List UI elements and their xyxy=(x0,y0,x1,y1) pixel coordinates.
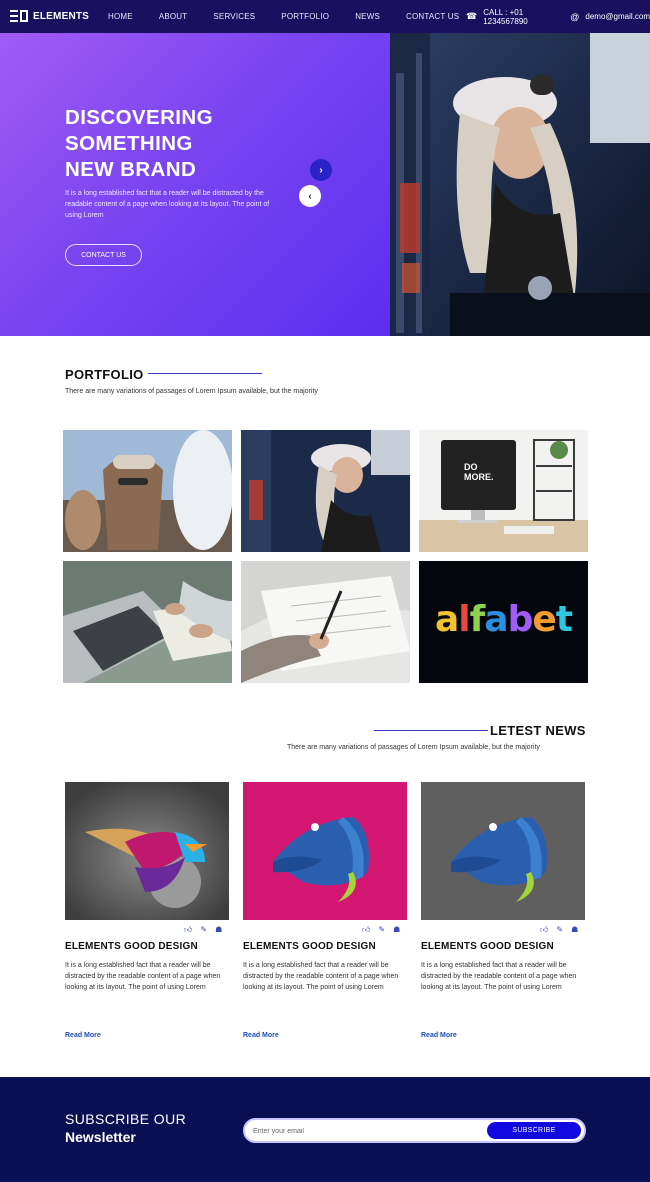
call-number[interactable]: CALL : +01 1234567890 xyxy=(483,8,560,26)
contact-info: ☎ CALL : +01 1234567890 @ demo@gmail.com xyxy=(466,0,650,33)
comment-icon[interactable]: ✎ xyxy=(200,925,207,935)
news-card-2-title[interactable]: ELEMENTS GOOD DESIGN xyxy=(243,941,376,952)
news-card-3-text: It is a long established fact that a rea… xyxy=(421,962,577,991)
portfolio-item-alfabet[interactable]: alfabet xyxy=(419,561,588,683)
newsletter-email-input[interactable] xyxy=(253,1124,473,1138)
hero-gradient-panel: DISCOVERING SOMETHING NEW BRAND It is a … xyxy=(0,33,390,336)
top-navbar: ELEMENTS HOME ABOUT SERVICES PORTFOLIO N… xyxy=(0,0,650,33)
comment-icon[interactable]: ✎ xyxy=(378,925,385,935)
phone-icon: ☎ xyxy=(466,11,478,21)
news-card-1-actions: 👍︎ ✎ ☗ xyxy=(184,925,222,935)
nav-contact-us[interactable]: CONTACT US xyxy=(406,12,459,21)
news-card-3-read-more[interactable]: Read More xyxy=(421,1032,457,1039)
news-title: LETEST NEWS xyxy=(490,723,586,738)
hero-title: DISCOVERING SOMETHING NEW BRAND xyxy=(65,106,213,181)
news-card-1-title[interactable]: ELEMENTS GOOD DESIGN xyxy=(65,941,198,952)
logo-icon xyxy=(10,9,28,23)
nav-news[interactable]: NEWS xyxy=(355,12,380,21)
nav-portfolio[interactable]: PORTFOLIO xyxy=(281,12,329,21)
news-card-1-read-more[interactable]: Read More xyxy=(65,1032,101,1039)
news-card-2-actions: 👍︎ ✎ ☗ xyxy=(362,925,400,935)
news-title-line xyxy=(374,730,488,731)
newsletter-form: SUBSCRIBE xyxy=(243,1118,586,1143)
portfolio-title-line xyxy=(148,373,262,374)
nav-home[interactable]: HOME xyxy=(108,12,133,21)
slider-next-button[interactable]: › xyxy=(310,159,332,181)
newsletter-heading-line1: SUBSCRIBE OUR xyxy=(65,1111,187,1127)
thumbs-up-icon[interactable]: 👍︎ xyxy=(184,925,192,935)
portfolio-item-handwriting[interactable] xyxy=(241,561,410,683)
hero-contact-button[interactable]: CONTACT US xyxy=(65,244,142,266)
chevron-right-icon: › xyxy=(319,164,323,176)
hero-banner: DISCOVERING SOMETHING NEW BRAND It is a … xyxy=(0,33,650,336)
share-icon[interactable]: ☗ xyxy=(215,925,222,935)
portfolio-subtitle: There are many variations of passages of… xyxy=(65,388,318,395)
newsletter-section: SUBSCRIBE OUR Newsletter SUBSCRIBE xyxy=(0,1077,650,1182)
news-card-3-title[interactable]: ELEMENTS GOOD DESIGN xyxy=(421,941,554,952)
share-icon[interactable]: ☗ xyxy=(571,925,578,935)
portfolio-item-laptop-writing[interactable] xyxy=(63,561,232,683)
domore-poster-text: DO MORE. xyxy=(464,462,494,482)
subscribe-button[interactable]: SUBSCRIBE xyxy=(487,1122,581,1139)
news-card-2-read-more[interactable]: Read More xyxy=(243,1032,279,1039)
portfolio-item-workspace[interactable]: DO MORE. xyxy=(419,430,588,552)
comment-icon[interactable]: ✎ xyxy=(556,925,563,935)
news-card-1-text: It is a long established fact that a rea… xyxy=(65,962,221,991)
nav-services[interactable]: SERVICES xyxy=(213,12,255,21)
thumbs-up-icon[interactable]: 👍︎ xyxy=(362,925,370,935)
share-icon[interactable]: ☗ xyxy=(393,925,400,935)
portfolio-title: PORTFOLIO xyxy=(65,367,144,382)
main-menu: HOME ABOUT SERVICES PORTFOLIO NEWS CONTA… xyxy=(108,0,485,33)
alfabet-letters: alfabet xyxy=(434,599,573,640)
news-subtitle: There are many variations of passages of… xyxy=(287,744,540,751)
hero-description: It is a long established fact that a rea… xyxy=(65,190,270,219)
news-card-image-bird[interactable] xyxy=(65,782,229,920)
nav-about[interactable]: ABOUT xyxy=(159,12,188,21)
contact-email[interactable]: demo@gmail.com xyxy=(585,12,650,21)
news-card-3-actions: 👍︎ ✎ ☗ xyxy=(540,925,578,935)
thumbs-up-icon[interactable]: 👍︎ xyxy=(540,925,548,935)
portfolio-item-dj[interactable] xyxy=(241,430,410,552)
brand-logo[interactable]: ELEMENTS xyxy=(10,9,89,23)
slider-prev-button[interactable]: ‹ xyxy=(299,185,321,207)
at-icon: @ xyxy=(570,11,580,22)
news-card-2-text: It is a long established fact that a rea… xyxy=(243,962,399,991)
newsletter-heading-line2: Newsletter xyxy=(65,1129,136,1145)
brand-name: ELEMENTS xyxy=(33,10,90,22)
hero-photo-dj xyxy=(390,33,650,336)
portfolio-item-crowd[interactable] xyxy=(63,430,232,552)
news-card-image-fish-gray[interactable] xyxy=(421,782,585,920)
news-card-image-fish-pink[interactable] xyxy=(243,782,407,920)
chevron-left-icon: ‹ xyxy=(308,190,312,202)
